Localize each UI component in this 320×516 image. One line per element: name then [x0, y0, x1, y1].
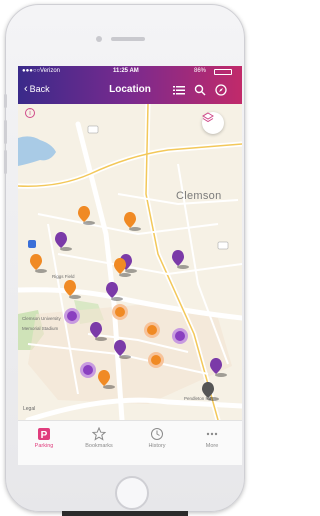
signal-icon: ●●●○○	[22, 68, 41, 74]
pin-layer	[30, 206, 227, 401]
battery-icon	[214, 69, 232, 75]
tab-bar: P Parking Bookmarks History More	[18, 420, 242, 465]
parking-pin-purple	[106, 282, 123, 301]
nav-bar: ‹ Back Location	[18, 78, 242, 104]
bottom-bar	[62, 511, 188, 516]
parking-pin-orange	[78, 206, 95, 225]
map-view[interactable]: i Clemson Clemson University Riggs Field…	[18, 104, 242, 420]
parking-pin-orange	[98, 370, 115, 389]
home-button[interactable]	[115, 476, 149, 510]
status-bar: ●●●○○ Verizon 11:25 AM 86%	[18, 66, 242, 78]
tab-parking[interactable]: P Parking	[24, 427, 64, 449]
more-icon	[206, 432, 218, 436]
clock-icon	[151, 428, 163, 440]
parking-pin-purple	[210, 358, 227, 377]
parking-icon: P	[38, 428, 50, 441]
front-camera	[96, 36, 102, 42]
tab-label: Parking	[34, 443, 54, 449]
carrier-label: Verizon	[40, 68, 61, 74]
lot-markers	[64, 304, 188, 378]
parking-pin-purple	[172, 250, 189, 269]
earpiece-speaker	[111, 37, 145, 41]
tab-bookmarks[interactable]: Bookmarks	[79, 427, 119, 449]
compass-icon[interactable]	[215, 84, 227, 96]
volume-down-button	[4, 150, 7, 174]
parking-pin-purple	[114, 340, 131, 359]
star-icon	[92, 427, 106, 441]
mute-switch	[4, 94, 7, 108]
svg-text:P: P	[41, 430, 48, 441]
volume-up-button	[4, 120, 7, 144]
parking-pin-orange	[124, 212, 141, 231]
tab-history[interactable]: History	[137, 427, 177, 449]
tab-more[interactable]: More	[192, 427, 232, 449]
parking-pin-orange	[30, 254, 47, 273]
clock-label: 11:25 AM	[113, 68, 139, 74]
parking-pin-purple	[90, 322, 107, 341]
list-icon[interactable]	[173, 84, 185, 96]
tab-label: Bookmarks	[85, 443, 113, 449]
app-screen: ●●●○○ Verizon 11:25 AM 86% ‹ Back Locati…	[18, 66, 242, 465]
parking-pin-dark	[202, 382, 219, 401]
battery-label: 86%	[194, 68, 207, 74]
tab-label: History	[148, 443, 166, 449]
parking-pin-orange	[64, 280, 81, 299]
parking-pin-purple	[55, 232, 72, 251]
search-icon[interactable]	[194, 84, 206, 96]
tab-label: More	[205, 443, 219, 449]
page-title: Location	[109, 84, 151, 95]
